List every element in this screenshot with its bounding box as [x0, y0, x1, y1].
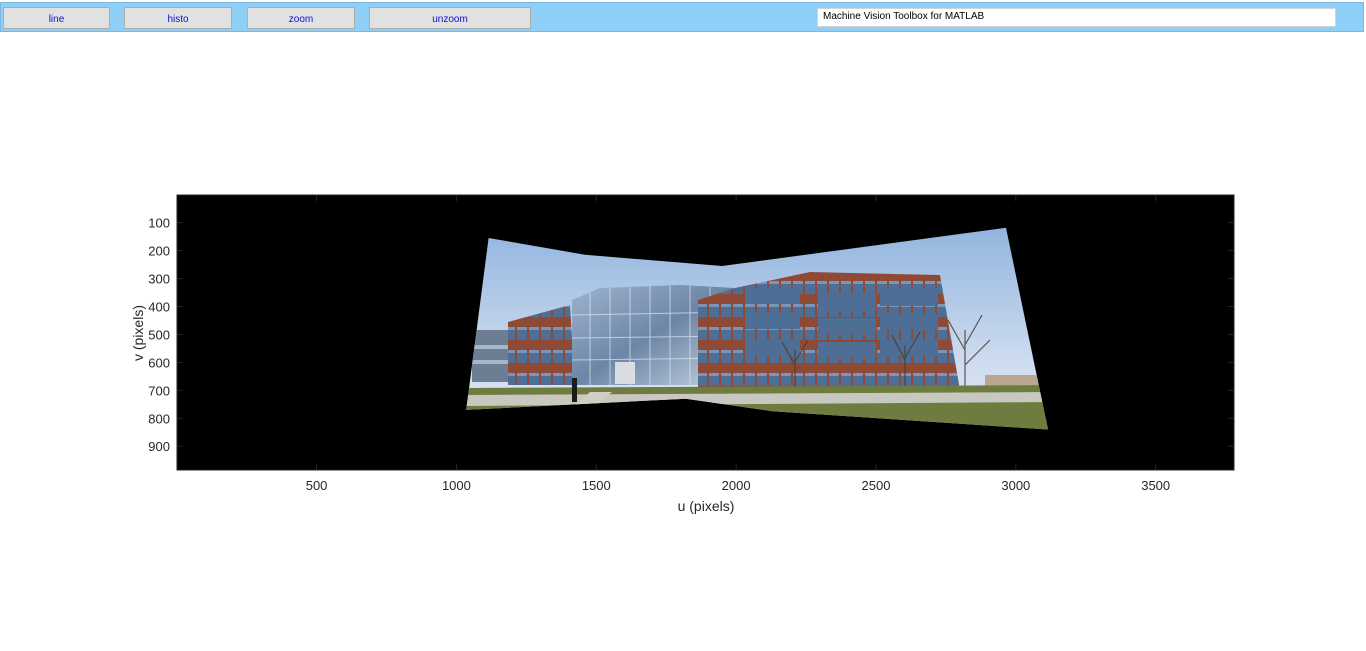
- x-tick-label: 2500: [862, 478, 891, 493]
- y-tick-label: 400: [148, 300, 170, 315]
- x-axis-label: u (pixels): [678, 498, 735, 514]
- y-tick-label: 200: [148, 244, 170, 259]
- y-tick-label: 500: [148, 327, 170, 342]
- x-tick-label: 2000: [722, 478, 751, 493]
- x-tick-label: 1500: [582, 478, 611, 493]
- x-tick-label: 3000: [1001, 478, 1030, 493]
- x-tick-label: 1000: [442, 478, 471, 493]
- y-tick-label: 600: [148, 355, 170, 370]
- y-tick-label: 100: [148, 216, 170, 231]
- y-tick-label: 800: [148, 411, 170, 426]
- x-tick-label: 3500: [1141, 478, 1170, 493]
- image-axes-figure: 500 1000 1500 2000 2500 3000 3500 100 200 300 400…: [130, 194, 1235, 514]
- x-tick-label: 500: [306, 478, 328, 493]
- y-tick-label: 300: [148, 272, 170, 287]
- y-axis-label: v (pixels): [130, 305, 146, 361]
- y-tick-label: 900: [148, 439, 170, 454]
- y-tick-label: 700: [148, 383, 170, 398]
